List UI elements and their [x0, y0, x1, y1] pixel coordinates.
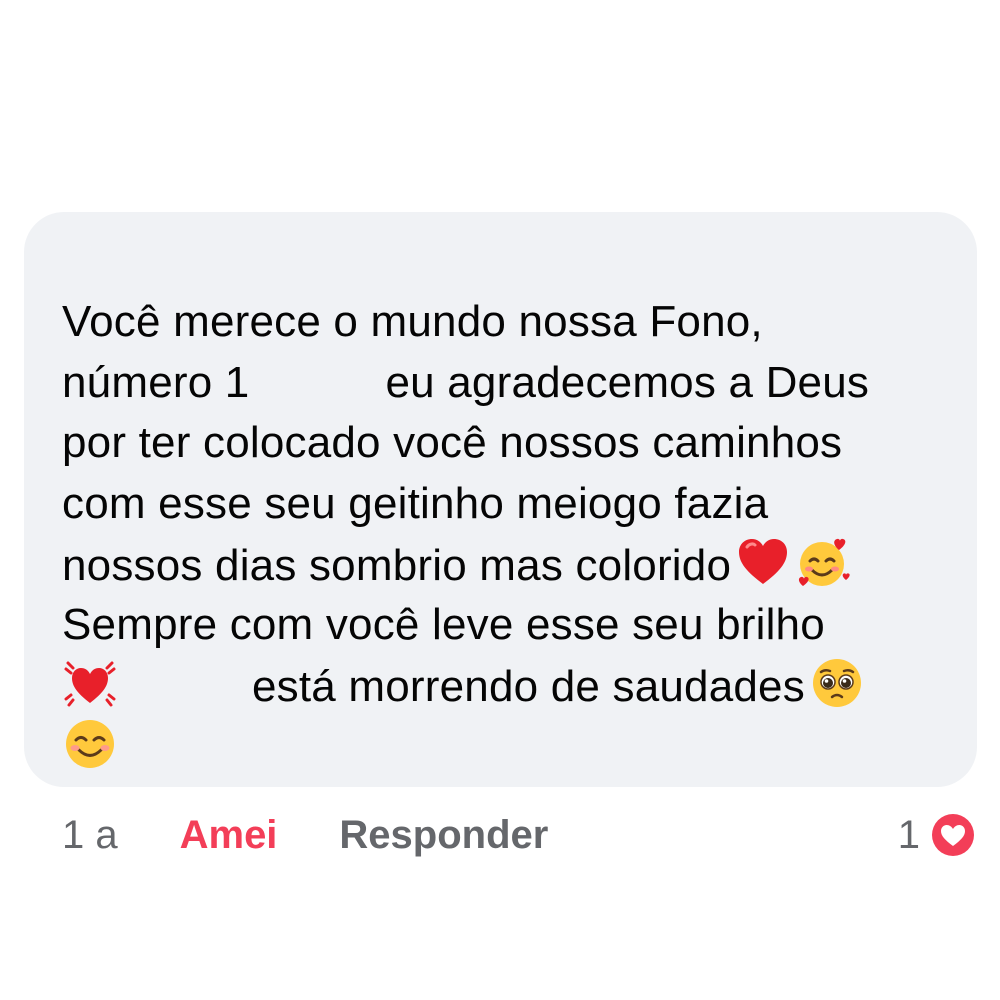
comment-page: Você merece o mundo nossa Fono, número 1… [0, 0, 1000, 1000]
smiling-face-with-hearts-icon [795, 534, 851, 590]
comment-timestamp: 1 a [62, 812, 118, 857]
comment-line: por ter colocado você nossos caminhos [62, 418, 843, 467]
comment-bubble: Você merece o mundo nossa Fono, número 1… [24, 212, 977, 787]
comment-line: nossos dias sombrio mas colorido [62, 534, 947, 595]
comment-line: está morrendo de saudades [62, 655, 947, 716]
comment-text-segment: está morrendo de saudades [252, 662, 805, 711]
comment-line: com esse seu geitinho meiogo fazia [62, 478, 769, 528]
comment-line [62, 716, 947, 777]
love-reaction-button[interactable]: Amei [180, 813, 278, 858]
comment-text: Você merece o mundo nossa Fono, número 1… [62, 292, 947, 776]
beating-heart-icon [62, 655, 118, 711]
comment-line: número 1 eu agradecemos a Deus [62, 353, 947, 414]
pleading-face-icon [809, 655, 865, 711]
red-heart-icon [735, 534, 791, 590]
love-reaction-icon [928, 810, 978, 860]
reply-button[interactable]: Responder [339, 813, 548, 858]
comment-line: Sempre com você leve esse seu brilho [62, 599, 825, 649]
comment-line: Você merece o mundo nossa Fono, [62, 297, 763, 346]
reaction-count: 1 [897, 812, 920, 857]
comment-text-segment: nossos dias sombrio mas colorido [62, 541, 732, 590]
comment-text-segment: número 1 [62, 357, 250, 407]
comment-actions: 1 a Amei Responder [62, 808, 548, 862]
comment-text-segment: eu agradecemos a Deus [385, 357, 870, 407]
reaction-summary[interactable]: 1 [898, 808, 978, 862]
smiling-face-icon [62, 716, 118, 772]
